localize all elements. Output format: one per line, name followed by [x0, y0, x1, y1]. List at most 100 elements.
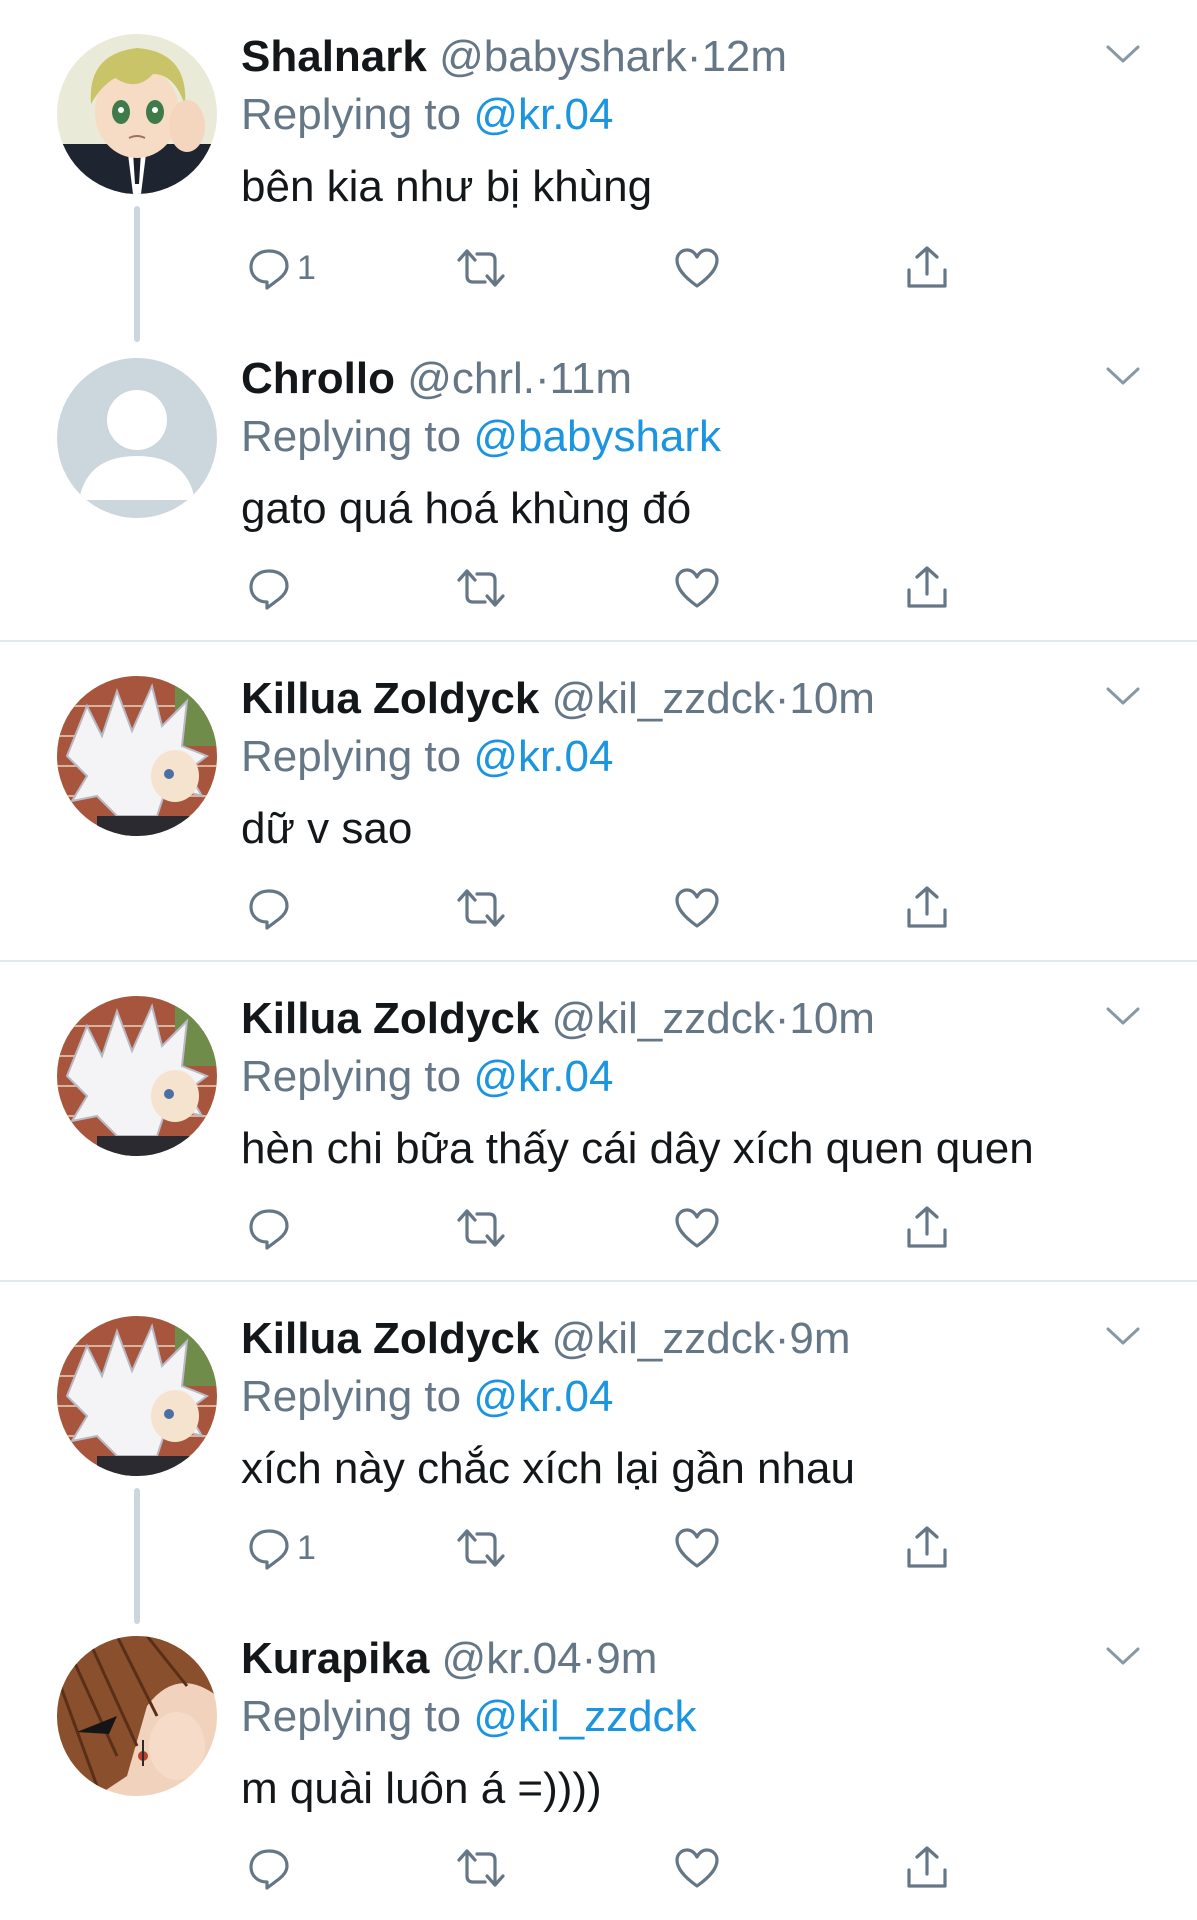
retweet-button[interactable] [455, 240, 507, 296]
like-button[interactable] [673, 1200, 721, 1256]
user-handle[interactable]: @kil_zzdck [552, 1314, 775, 1363]
share-button[interactable] [903, 1200, 951, 1256]
replying-to-label: Replying to [241, 732, 462, 781]
tweet-text: xích này chắc xích lại gần nhau [241, 1444, 855, 1493]
reply-button[interactable] [247, 1840, 297, 1896]
share-icon [903, 244, 951, 292]
separator-dot: · [774, 1314, 790, 1363]
retweet-icon [455, 566, 507, 610]
display-name[interactable]: Chrollo [241, 354, 395, 403]
tweet[interactable]: Killua Zoldyck @kil_zzdck·10m Replying t… [0, 962, 1197, 1282]
like-button[interactable] [673, 1840, 721, 1896]
mention-link[interactable]: @kr.04 [473, 1052, 613, 1101]
tweet-content: Kurapika @kr.04·9m Replying to @kil_zzdc… [241, 1630, 1137, 1818]
reply-button[interactable]: 1 [247, 240, 316, 296]
avatar[interactable] [57, 34, 217, 194]
chevron-down-icon[interactable] [1105, 1644, 1141, 1668]
mention-link[interactable]: @kr.04 [473, 732, 613, 781]
mention-link[interactable]: @kil_zzdck [473, 1692, 696, 1741]
separator-dot: · [581, 1634, 597, 1683]
replying-to-label: Replying to [241, 1052, 462, 1101]
share-button[interactable] [903, 560, 951, 616]
timestamp[interactable]: 10m [789, 994, 875, 1043]
tweet-content: Killua Zoldyck @kil_zzdck·10m Replying t… [241, 670, 1137, 858]
replying-to-label: Replying to [241, 1372, 462, 1421]
tweet-content: Killua Zoldyck @kil_zzdck·10m Replying t… [241, 990, 1137, 1178]
timestamp[interactable]: 9m [596, 1634, 657, 1683]
user-handle[interactable]: @babyshark [439, 32, 687, 81]
chevron-down-icon[interactable] [1105, 42, 1141, 66]
reply-button[interactable]: 1 [247, 1520, 316, 1576]
user-handle[interactable]: @chrl. [407, 354, 535, 403]
chevron-down-icon[interactable] [1105, 684, 1141, 708]
share-button[interactable] [903, 880, 951, 936]
avatar[interactable] [57, 676, 217, 836]
avatar[interactable] [57, 358, 217, 518]
share-button[interactable] [903, 1520, 951, 1576]
share-button[interactable] [903, 1840, 951, 1896]
tweet-text: hèn chi bữa thấy cái dây xích quen quen [241, 1124, 1034, 1173]
reply-button[interactable] [247, 560, 297, 616]
user-handle[interactable]: @kr.04 [442, 1634, 582, 1683]
timestamp[interactable]: 11m [550, 354, 632, 403]
avatar[interactable] [57, 996, 217, 1156]
replying-to: Replying to @kr.04 [241, 1048, 1137, 1106]
replying-to-label: Replying to [241, 412, 462, 461]
retweet-button[interactable] [455, 1200, 507, 1256]
reply-icon [247, 1206, 291, 1250]
retweet-button[interactable] [455, 1520, 507, 1576]
replying-to: Replying to @babyshark [241, 408, 1137, 466]
mention-link[interactable]: @kr.04 [473, 90, 613, 139]
reply-button[interactable] [247, 880, 297, 936]
tweet[interactable]: Shalnark @babyshark·12m Replying to @kr.… [0, 0, 1197, 342]
share-icon [903, 564, 951, 612]
tweet[interactable]: Chrollo @chrl.·11m Replying to @babyshar… [0, 320, 1197, 642]
share-icon [903, 884, 951, 932]
timestamp[interactable]: 10m [789, 674, 875, 723]
like-button[interactable] [673, 1520, 721, 1576]
avatar[interactable] [57, 1636, 217, 1796]
chevron-down-icon[interactable] [1105, 364, 1141, 388]
reply-icon [247, 886, 291, 930]
user-handle[interactable]: @kil_zzdck [552, 994, 775, 1043]
tweet-header: Kurapika @kr.04·9m [241, 1630, 1137, 1688]
tweet-actions [241, 560, 961, 616]
replying-to: Replying to @kr.04 [241, 86, 1137, 144]
retweet-icon [455, 1846, 507, 1890]
like-button[interactable] [673, 560, 721, 616]
mention-link[interactable]: @babyshark [473, 412, 721, 461]
mention-link[interactable]: @kr.04 [473, 1372, 613, 1421]
tweet-content: Shalnark @babyshark·12m Replying to @kr.… [241, 28, 1137, 216]
separator-dot: · [774, 674, 790, 723]
share-icon [903, 1524, 951, 1572]
display-name[interactable]: Killua Zoldyck [241, 994, 539, 1043]
tweet[interactable]: Kurapika @kr.04·9m Replying to @kil_zzdc… [0, 1602, 1197, 1920]
replying-to-label: Replying to [241, 1692, 462, 1741]
chevron-down-icon[interactable] [1105, 1324, 1141, 1348]
tweet[interactable]: Killua Zoldyck @kil_zzdck·10m Replying t… [0, 642, 1197, 962]
reply-button[interactable] [247, 1200, 297, 1256]
tweet[interactable]: Killua Zoldyck @kil_zzdck·9m Replying to… [0, 1282, 1197, 1624]
tweet-header: Shalnark @babyshark·12m [241, 28, 1137, 86]
retweet-button[interactable] [455, 1840, 507, 1896]
display-name[interactable]: Shalnark [241, 32, 427, 81]
timestamp[interactable]: 9m [789, 1314, 850, 1363]
display-name[interactable]: Killua Zoldyck [241, 1314, 539, 1363]
avatar[interactable] [57, 1316, 217, 1476]
reply-count: 1 [297, 248, 316, 287]
like-button[interactable] [673, 240, 721, 296]
user-handle[interactable]: @kil_zzdck [552, 674, 775, 723]
like-button[interactable] [673, 880, 721, 936]
retweet-button[interactable] [455, 880, 507, 936]
timestamp[interactable]: 12m [701, 32, 787, 81]
tweet-actions [241, 1200, 961, 1256]
chevron-down-icon[interactable] [1105, 1004, 1141, 1028]
retweet-icon [455, 886, 507, 930]
retweet-button[interactable] [455, 560, 507, 616]
display-name[interactable]: Killua Zoldyck [241, 674, 539, 723]
heart-icon [673, 1206, 721, 1250]
tweet-header: Killua Zoldyck @kil_zzdck·10m [241, 990, 1137, 1048]
share-button[interactable] [903, 240, 951, 296]
tweet-text: m quài luôn á =)))) [241, 1764, 602, 1813]
display-name[interactable]: Kurapika [241, 1634, 429, 1683]
